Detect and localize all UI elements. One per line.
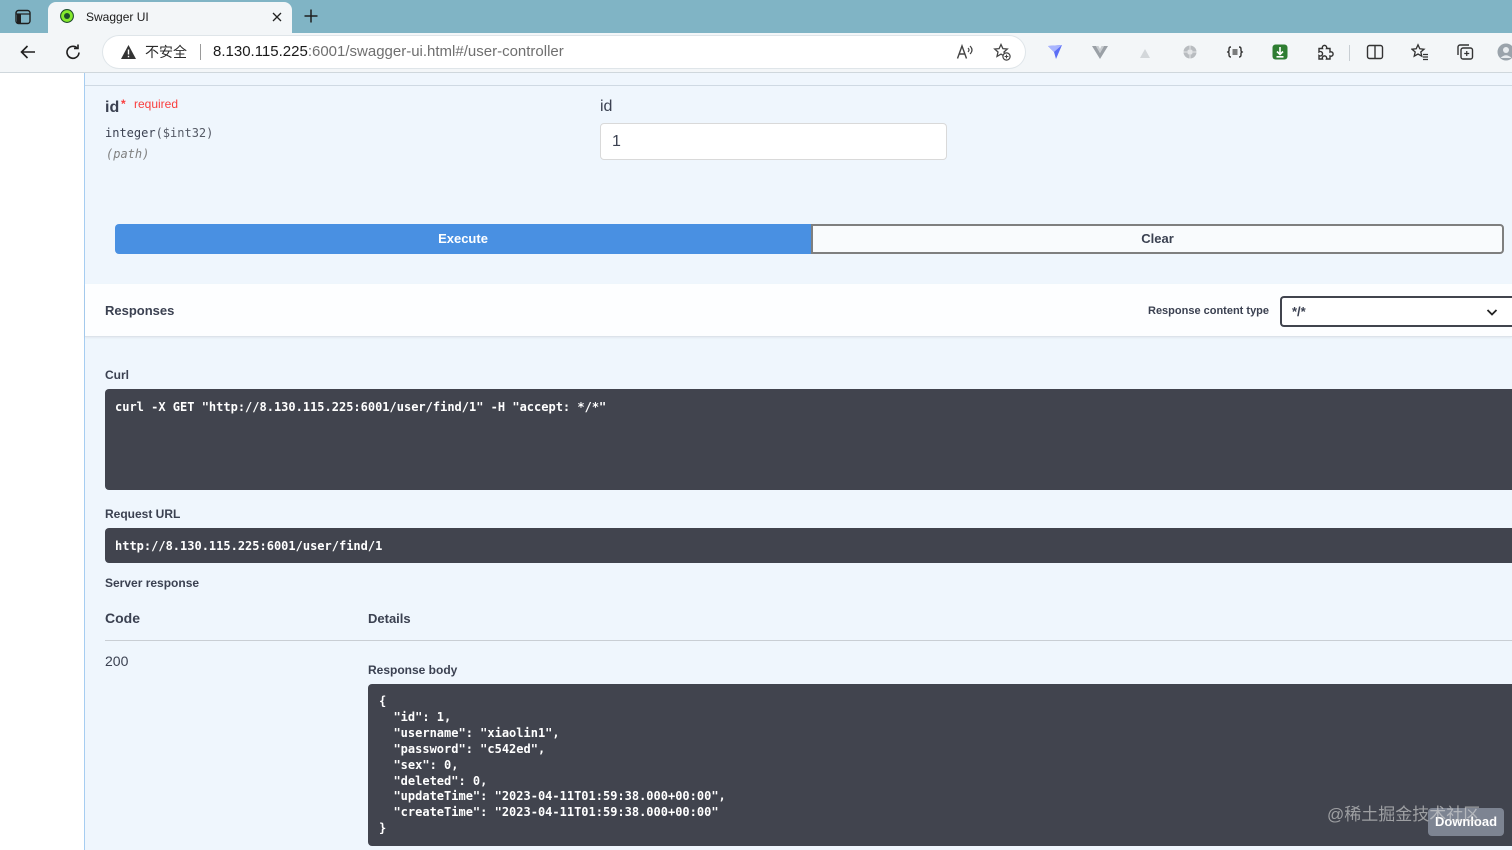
refresh-button[interactable] bbox=[62, 41, 84, 63]
parameter-location: (path) bbox=[106, 147, 150, 161]
read-aloud-icon bbox=[956, 43, 973, 59]
parameter-description: id bbox=[600, 98, 613, 115]
circle-extension-button[interactable] bbox=[1181, 43, 1199, 61]
kite-extension-button[interactable] bbox=[1046, 43, 1064, 61]
json-formatter-button[interactable] bbox=[1226, 43, 1244, 61]
split-screen-button[interactable] bbox=[1366, 43, 1384, 61]
kite-extension-icon bbox=[1048, 45, 1062, 59]
tab-actions-icon bbox=[15, 9, 31, 25]
request-url-block: http://8.130.115.225:6001/user/find/1 bbox=[105, 528, 1512, 563]
triangle-extension-button[interactable] bbox=[1136, 43, 1154, 61]
required-marker: * bbox=[121, 97, 126, 111]
download-manager-button[interactable] bbox=[1271, 43, 1289, 61]
address-bar[interactable]: 不安全 8.130.115.225:6001/swagger-ui.html#/… bbox=[103, 36, 1025, 68]
parameter-name: id bbox=[105, 99, 120, 116]
browser-toolbar: 不安全 8.130.115.225:6001/swagger-ui.html#/… bbox=[0, 33, 1512, 73]
add-favorite-icon bbox=[993, 43, 1011, 61]
execute-button[interactable]: Execute bbox=[115, 224, 811, 254]
url-path: :6001/swagger-ui.html#/user-controller bbox=[307, 43, 564, 60]
tab-strip: Swagger UI bbox=[0, 0, 1512, 33]
favorites-icon bbox=[1411, 43, 1428, 61]
back-button[interactable] bbox=[17, 41, 39, 63]
operation-left-border bbox=[84, 73, 85, 850]
responses-header: Responses Response content type */* bbox=[85, 284, 1512, 337]
swagger-page: id * required integer($int32) (path) id … bbox=[0, 73, 1512, 850]
add-favorite-button[interactable] bbox=[993, 43, 1011, 61]
tab-title: Swagger UI bbox=[86, 10, 149, 24]
circle-extension-icon bbox=[1183, 45, 1197, 59]
code-column-header: Code bbox=[105, 610, 140, 626]
download-manager-icon bbox=[1272, 44, 1288, 60]
extensions-button[interactable] bbox=[1316, 43, 1334, 61]
split-screen-icon bbox=[1366, 44, 1384, 60]
request-url-value: http://8.130.115.225:6001/user/find/1 bbox=[115, 539, 383, 553]
parameter-format: ($int32) bbox=[155, 126, 214, 140]
parameter-type-name: integer bbox=[105, 126, 156, 140]
security-label: 不安全 bbox=[145, 44, 187, 60]
close-tab-button[interactable] bbox=[269, 9, 285, 25]
server-response-label: Server response bbox=[105, 576, 200, 590]
clear-button[interactable]: Clear bbox=[811, 224, 1504, 254]
table-header-divider bbox=[105, 640, 1512, 641]
profile-button[interactable] bbox=[1497, 43, 1512, 61]
site-info-button[interactable]: 不安全 bbox=[115, 40, 195, 64]
profile-avatar-icon bbox=[1497, 43, 1512, 61]
details-column-header: Details bbox=[368, 611, 411, 626]
collections-button[interactable] bbox=[1456, 43, 1474, 61]
favorites-button[interactable] bbox=[1411, 43, 1429, 61]
swagger-favicon-icon bbox=[60, 9, 74, 23]
curl-label: Curl bbox=[105, 368, 129, 382]
response-body-json: { "id": 1, "username": "xiaolin1", "pass… bbox=[379, 694, 726, 836]
content-type-select[interactable]: */* bbox=[1280, 296, 1512, 327]
tab-actions-button[interactable] bbox=[12, 6, 34, 28]
curl-code-block: curl -X GET "http://8.130.115.225:6001/u… bbox=[105, 389, 1512, 490]
tab-swagger-ui[interactable]: Swagger UI bbox=[48, 2, 292, 33]
parameter-type: integer($int32) bbox=[105, 126, 213, 140]
read-aloud-button[interactable] bbox=[956, 43, 974, 61]
curl-command: curl -X GET "http://8.130.115.225:6001/u… bbox=[115, 400, 607, 414]
responses-title: Responses bbox=[105, 303, 175, 318]
download-button[interactable]: Download bbox=[1428, 808, 1504, 836]
url-text[interactable]: 8.130.115.225:6001/swagger-ui.html#/user… bbox=[213, 43, 564, 61]
vue-devtools-button[interactable] bbox=[1091, 43, 1109, 61]
extensions-puzzle-icon bbox=[1318, 44, 1334, 60]
plus-icon bbox=[304, 9, 318, 23]
required-label: required bbox=[134, 97, 179, 111]
new-tab-button[interactable] bbox=[302, 7, 320, 25]
content-type-value: */* bbox=[1292, 304, 1306, 319]
response-body-label: Response body bbox=[368, 663, 458, 677]
triangle-extension-icon bbox=[1140, 49, 1150, 58]
json-formatter-icon bbox=[1226, 46, 1244, 58]
collections-icon bbox=[1457, 44, 1474, 60]
close-icon bbox=[272, 12, 282, 22]
browser-window: Swagger UI 不安全 8.130.115.225:6001/swagge… bbox=[0, 0, 1512, 850]
back-arrow-icon bbox=[20, 45, 35, 59]
response-body-block: { "id": 1, "username": "xiaolin1", "pass… bbox=[368, 684, 1512, 846]
vue-devtools-icon bbox=[1092, 46, 1108, 59]
section-divider bbox=[85, 85, 1512, 86]
id-parameter-input[interactable] bbox=[600, 123, 947, 160]
address-separator bbox=[200, 44, 201, 60]
toolbar-separator bbox=[1349, 45, 1350, 61]
warning-icon bbox=[121, 45, 136, 59]
request-url-label: Request URL bbox=[105, 507, 181, 521]
content-type-label: Response content type bbox=[1148, 305, 1270, 317]
chevron-down-icon bbox=[1486, 309, 1498, 316]
refresh-icon bbox=[66, 44, 80, 60]
response-status-code: 200 bbox=[105, 653, 129, 669]
url-host: 8.130.115.225 bbox=[213, 43, 308, 60]
